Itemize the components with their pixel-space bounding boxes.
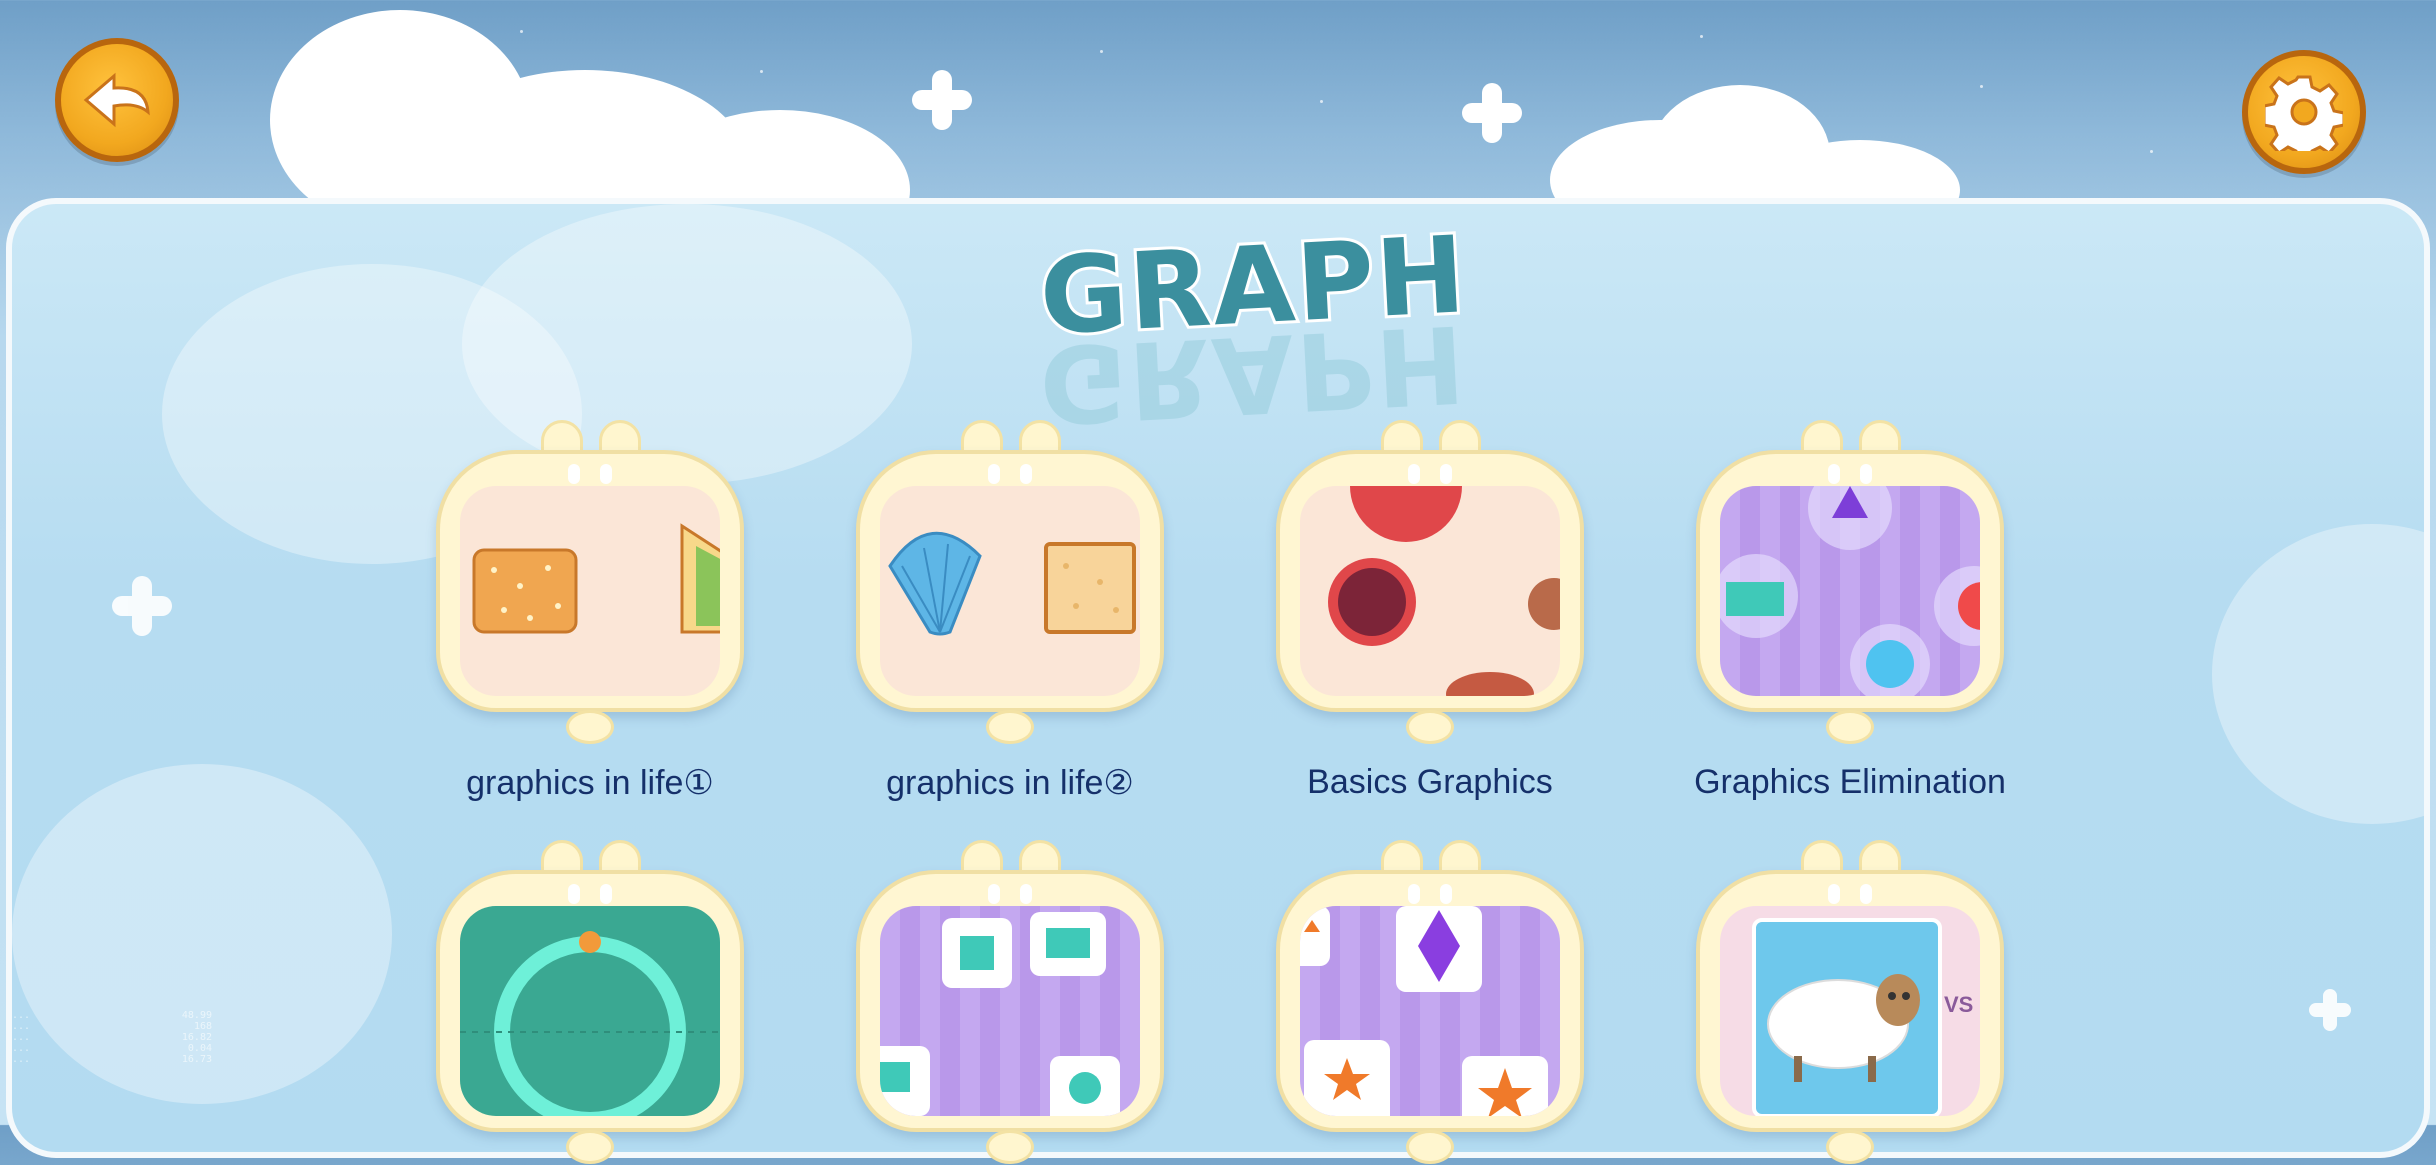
level-thumbnail	[460, 906, 720, 1116]
level-card-ring[interactable]	[436, 840, 744, 1165]
vs-text: VS	[1944, 992, 1974, 1017]
level-card-diamonds[interactable]	[1276, 840, 1584, 1165]
sparkle-icon	[1462, 83, 1522, 143]
level-thumbnail	[1300, 486, 1560, 696]
settings-button[interactable]	[2242, 50, 2366, 174]
gear-icon	[2265, 75, 2343, 151]
back-arrow-icon	[83, 72, 150, 128]
level-label[interactable]: graphics in life①	[380, 763, 800, 803]
level-thumbnail	[880, 906, 1140, 1116]
level-thumbnail	[460, 486, 720, 696]
level-card-sheep-vs[interactable]: VS	[1696, 840, 2004, 1165]
level-label[interactable]: Basics Graphics	[1220, 763, 1640, 802]
level-thumbnail	[1720, 486, 1980, 696]
level-thumbnail: VS	[1720, 906, 1980, 1116]
level-label[interactable]: Graphics Elimination	[1640, 763, 2060, 802]
sparkle-icon	[112, 576, 172, 636]
level-card-graphics-elimination[interactable]	[1696, 420, 2004, 745]
level-thumbnail	[1300, 906, 1560, 1116]
level-card-graphics-in-life-1[interactable]	[436, 420, 744, 745]
level-thumbnail	[880, 486, 1140, 696]
sparkle-icon	[912, 70, 972, 130]
debug-overlay: ... 48.99 ... 168 ... 16.82 ... 0.04 ... 16.7…	[12, 1010, 212, 1065]
level-label[interactable]: graphics in life②	[800, 763, 1220, 803]
back-button[interactable]	[55, 38, 179, 162]
level-card-squares[interactable]	[856, 840, 1164, 1165]
level-card-basics-graphics[interactable]	[1276, 420, 1584, 745]
sparkle-icon	[2309, 989, 2351, 1031]
level-card-graphics-in-life-2[interactable]	[856, 420, 1164, 745]
